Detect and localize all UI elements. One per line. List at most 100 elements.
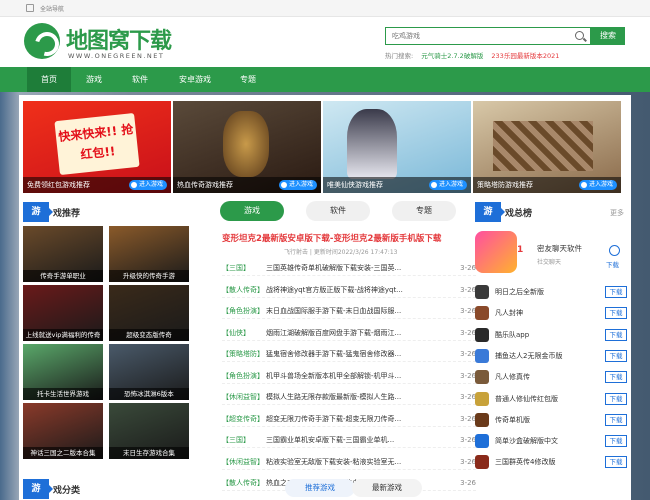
news-category: 【休闲益智】 bbox=[222, 457, 264, 466]
news-row[interactable]: 【角色扮演】 机甲斗兽场全新版本机甲全部解锁-机甲斗... 3-26 bbox=[222, 368, 476, 384]
download-button[interactable]: 下载 bbox=[605, 413, 627, 426]
app-icon bbox=[475, 231, 517, 273]
section-tag: 游 bbox=[23, 479, 53, 499]
ranking-row[interactable]: 凡人封神 下载 bbox=[475, 304, 627, 322]
banner-card[interactable]: 唯美仙侠游戏推荐 进入游戏 bbox=[323, 101, 471, 193]
download-button[interactable]: 下载 bbox=[605, 435, 627, 448]
game-thumb[interactable]: 恐怖冰淇淋6版本 bbox=[109, 344, 189, 400]
game-thumb[interactable]: 末日生存游戏合集 bbox=[109, 403, 189, 459]
game-thumb[interactable]: 升级快的传奇手游 bbox=[109, 226, 189, 282]
enter-game-button[interactable]: 进入游戏 bbox=[278, 180, 317, 190]
download-button[interactable]: 下载 bbox=[605, 307, 627, 320]
game-thumb-label: 升级快的传奇手游 bbox=[109, 270, 189, 282]
news-category: 【散人传奇】 bbox=[222, 479, 264, 487]
news-row[interactable]: 【散人传奇】 战将神途yqt官方版正版下载-战将神途yqt... 3-26 bbox=[222, 282, 476, 298]
logo-icon[interactable] bbox=[24, 23, 60, 59]
ranking-row[interactable]: 普通人修仙传红包版 下载 bbox=[475, 390, 627, 408]
ranking-row[interactable]: 捕鱼达人2无限金币版 下载 bbox=[475, 347, 627, 365]
pill-recommended[interactable]: 推荐游戏 bbox=[285, 479, 355, 497]
app-icon bbox=[475, 348, 489, 363]
banner-art bbox=[493, 121, 593, 171]
tab-topics[interactable]: 专题 bbox=[392, 201, 456, 221]
download-button[interactable]: 下载 bbox=[605, 286, 627, 298]
game-thumb[interactable]: 传奇手游单职业 bbox=[23, 226, 103, 282]
game-thumb-label: 托卡生活世界游戏 bbox=[23, 388, 103, 400]
game-thumb-label: 恐怖冰淇淋6版本 bbox=[109, 388, 189, 400]
app-name: 凡人封神 bbox=[495, 309, 523, 318]
banner-card[interactable]: 快来快来!! 抢红包!! 免费领红包游戏推荐 进入游戏 bbox=[23, 101, 171, 193]
hot-keyword-link[interactable]: 元气骑士2.7.2破解版 bbox=[421, 52, 483, 60]
news-row[interactable]: 【角色扮演】 末日血战国际服手游下载-末日血战国际服... 3-26 bbox=[222, 303, 476, 319]
hot-search: 热门搜索: 元气骑士2.7.2破解版 233乐园最新版本2021 bbox=[385, 50, 559, 60]
download-button[interactable]: 下载 bbox=[605, 328, 627, 341]
nav-item-games[interactable]: 游戏 bbox=[74, 67, 114, 92]
app-icon bbox=[475, 434, 489, 449]
nav-item-home[interactable]: 首页 bbox=[27, 67, 71, 92]
home-icon[interactable] bbox=[26, 4, 34, 12]
game-thumb[interactable]: 神话三国之二版本合集 bbox=[23, 403, 103, 459]
app-icon bbox=[475, 285, 489, 299]
search-icon[interactable] bbox=[575, 31, 584, 40]
ranking-header: 游 戏总榜 bbox=[475, 202, 627, 222]
banner-card[interactable]: 热血传奇游戏推荐 进入游戏 bbox=[173, 101, 321, 193]
news-row[interactable]: 【仙侠】 烟雨江湖破解版百度网盘手游下载-烟雨江... 3-26 bbox=[222, 325, 476, 341]
category-header: 游 戏分类 bbox=[23, 479, 193, 499]
tab-games[interactable]: 游戏 bbox=[220, 201, 284, 221]
news-row[interactable]: 【策略塔防】 猛鬼宿舍修改器手游下载-猛鬼宿舍修改器... 3-26 bbox=[222, 346, 476, 362]
app-icon bbox=[475, 391, 489, 406]
pill-latest[interactable]: 最新游戏 bbox=[352, 479, 422, 497]
news-row[interactable]: 【三国】 三国英雄传奇单机破解版下载安装-三国英... 3-26 bbox=[222, 260, 476, 276]
news-row[interactable]: 【三国】 三国霸业单机安卓版下载-三国霸业单机... 3-26 bbox=[222, 432, 476, 448]
hot-keyword-link[interactable]: 233乐园最新版本2021 bbox=[491, 52, 559, 60]
news-title: 三国英雄传奇单机破解版下载安装-三国英... bbox=[266, 264, 402, 272]
headline-link[interactable]: 变形坦克2最新版安卓版下载-变形坦克2最新版手机版下载 bbox=[222, 232, 441, 244]
news-title: 烟雨江湖破解版百度网盘手游下载-烟雨江... bbox=[266, 328, 402, 337]
ranking-featured[interactable]: 1 密友聊天软件 社交聊天 下载 bbox=[473, 231, 627, 277]
app-category: 社交聊天 bbox=[537, 259, 562, 266]
game-thumb[interactable]: 托卡生活世界游戏 bbox=[23, 344, 103, 400]
ranking-row[interactable]: 传奇单机版 下载 bbox=[475, 411, 627, 429]
section-title: 戏分类 bbox=[53, 486, 81, 496]
site-nav-link[interactable]: 全站导航 bbox=[40, 4, 64, 13]
download-button[interactable]: 下载 bbox=[605, 371, 627, 384]
search-input[interactable] bbox=[386, 28, 566, 44]
news-title: 超变无限刀传奇手游下载-超变无限刀传奇... bbox=[266, 414, 402, 423]
download-link[interactable]: 下载 bbox=[606, 259, 619, 269]
enter-game-button[interactable]: 进入游戏 bbox=[128, 180, 167, 190]
search-box bbox=[385, 27, 591, 45]
download-icon[interactable] bbox=[609, 245, 620, 256]
game-thumb[interactable]: 超级变态版传奇 bbox=[109, 285, 189, 341]
headline-meta: 飞行射击 | 更新时间2022/3/26 17:47:13 bbox=[284, 249, 398, 256]
news-title: 猛鬼宿舍修改器手游下载-猛鬼宿舍修改器... bbox=[266, 350, 402, 358]
ranking-row[interactable]: 酷乐队app 下载 bbox=[475, 326, 627, 344]
banner-card[interactable]: 策略塔防游戏推荐 进入游戏 bbox=[473, 101, 621, 193]
ranking-row[interactable]: 简单沙盒破解版中文 下载 bbox=[475, 432, 627, 450]
download-button[interactable]: 下载 bbox=[605, 349, 627, 362]
news-category: 【三国】 bbox=[222, 264, 250, 272]
enter-game-button[interactable]: 进入游戏 bbox=[428, 180, 467, 190]
news-date: 3-26 bbox=[460, 436, 476, 444]
section-tag: 游 bbox=[23, 202, 53, 222]
more-link[interactable]: 更多 bbox=[610, 208, 624, 218]
nav-item-android-games[interactable]: 安卓游戏 bbox=[170, 67, 220, 92]
nav-item-software[interactable]: 软件 bbox=[120, 67, 160, 92]
game-thumb[interactable]: 上线就送vip满福利的传奇 bbox=[23, 285, 103, 341]
news-row[interactable]: 【超变传奇】 超变无限刀传奇手游下载-超变无限刀传奇... 3-26 bbox=[222, 411, 476, 427]
app-name: 凡人修真传 bbox=[495, 373, 530, 382]
search-button[interactable]: 搜索 bbox=[591, 27, 625, 45]
news-category: 【仙侠】 bbox=[222, 328, 250, 337]
download-button[interactable]: 下载 bbox=[605, 392, 627, 405]
nav-item-topics[interactable]: 专题 bbox=[228, 67, 268, 92]
app-name: 三国群英传4修改版 bbox=[495, 458, 556, 467]
ranking-row[interactable]: 明日之后全新版 下载 bbox=[475, 283, 627, 301]
news-row[interactable]: 【休闲益智】 模拟人生路无限存款版最新版-模拟人生路... 3-26 bbox=[222, 389, 476, 405]
download-button[interactable]: 下载 bbox=[605, 456, 627, 469]
news-row[interactable]: 【休闲益智】 粘液实验室无敌版下载安装-粘液实验室无... 3-26 bbox=[222, 454, 476, 470]
ranking-row[interactable]: 三国群英传4修改版 下载 bbox=[475, 453, 627, 471]
tab-software[interactable]: 软件 bbox=[306, 201, 370, 221]
ranking-row[interactable]: 凡人修真传 下载 bbox=[475, 368, 627, 386]
brand-name[interactable]: 地图窝下载 bbox=[66, 23, 172, 55]
hot-search-label: 热门搜索: bbox=[385, 52, 414, 60]
enter-game-button[interactable]: 进入游戏 bbox=[578, 180, 617, 190]
section-title: 戏总榜 bbox=[505, 209, 533, 219]
